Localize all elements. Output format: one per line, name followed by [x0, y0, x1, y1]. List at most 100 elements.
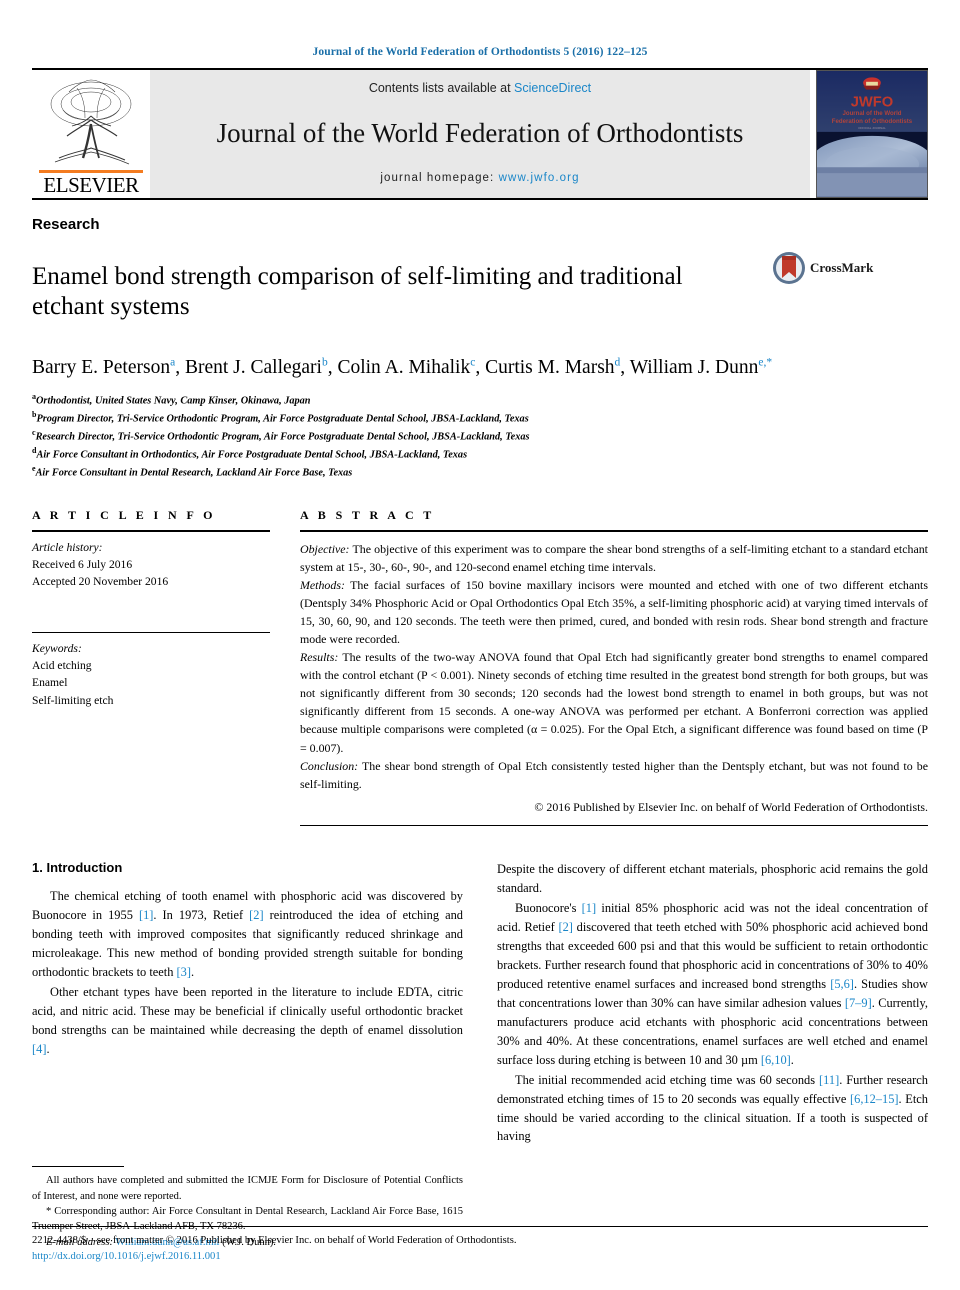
- citation-ref[interactable]: [6,12–15]: [850, 1092, 899, 1106]
- abstract-end-rule: [300, 824, 928, 826]
- author-entry: Curtis M. Marshd,: [485, 356, 630, 378]
- sciencedirect-link[interactable]: ScienceDirect: [514, 81, 591, 95]
- author-entry: Barry E. Petersona,: [32, 356, 185, 378]
- abstract-methods-label: Methods:: [300, 577, 345, 592]
- author-name: William J. Dunn: [629, 356, 759, 378]
- abstract-results-label: Results:: [300, 650, 339, 665]
- info-abstract-region: A R T I C L E I N F O Article history: R…: [32, 508, 928, 826]
- section-heading-introduction: 1. Introduction: [32, 859, 123, 875]
- homepage-link[interactable]: www.jwfo.org: [499, 172, 580, 184]
- abstract-objective-text: The objective of this experiment was to …: [300, 541, 928, 574]
- paragraph: Buonocore's [1] initial 85% phosphoric a…: [497, 900, 928, 1067]
- abstract-conclusion-text: The shear bond strength of Opal Etch con…: [300, 758, 928, 791]
- elsevier-wordmark: ELSEVIER: [43, 173, 139, 197]
- author-name: Curtis M. Marsh: [485, 356, 615, 378]
- article-info-heading: A R T I C L E I N F O: [32, 507, 216, 522]
- author-name: Barry E. Peterson: [32, 356, 171, 378]
- abstract-objective: Objective: The objective of this experim…: [300, 540, 928, 576]
- article-info-column: A R T I C L E I N F O Article history: R…: [32, 508, 300, 826]
- abstract-results: Results: The results of the two-way ANOV…: [300, 648, 928, 757]
- footnote-disclosure: All authors have completed and submitted…: [32, 1175, 463, 1202]
- abstract-rule: [300, 529, 928, 532]
- abstract-copyright: © 2016 Published by Elsevier Inc. on beh…: [534, 799, 928, 814]
- abstract-objective-label: Objective:: [300, 541, 350, 556]
- journal-homepage-line: journal homepage: www.jwfo.org: [380, 172, 579, 184]
- keywords-label: Keywords:: [32, 641, 82, 655]
- homepage-prefix: journal homepage:: [380, 172, 499, 184]
- contents-prefix: Contents lists available at: [368, 81, 515, 95]
- svg-text:Federation of Orthodontists: Federation of Orthodontists: [832, 118, 913, 125]
- contents-available-line: Contents lists available at ScienceDirec…: [369, 81, 591, 95]
- page-footer: 2212-4438/$ – see front matter © 2016 Pu…: [32, 1226, 928, 1264]
- affiliation-item: bProgram Director, Tri-Service Orthodont…: [32, 409, 928, 427]
- page-title: Enamel bond strength comparison of self-…: [32, 262, 683, 321]
- svg-text:OFFICIAL JOURNAL: OFFICIAL JOURNAL: [858, 126, 886, 130]
- body-columns: 1. Introduction The chemical etching of …: [32, 860, 928, 1250]
- abstract-heading: A B S T R A C T: [300, 507, 435, 522]
- footnote-rule: [32, 1166, 124, 1168]
- abstract-methods: Methods: The facial surfaces of 150 bovi…: [300, 576, 928, 648]
- svg-text:Journal of the World: Journal of the World: [843, 110, 902, 117]
- author-list: Barry E. Petersona, Brent J. Callegarib,…: [32, 354, 928, 382]
- svg-text:JWFO: JWFO: [851, 94, 894, 110]
- abstract-conclusion: Conclusion: The shear bond strength of O…: [300, 757, 928, 793]
- affiliation-text: Air Force Consultant in Dental Research,…: [35, 467, 353, 479]
- abstract-body: Objective: The objective of this experim…: [300, 540, 928, 816]
- crossmark-label: CrossMark: [810, 260, 874, 275]
- abstract-methods-text: The facial surfaces of 150 bovine maxill…: [300, 577, 928, 646]
- paragraph: Despite the discovery of different etcha…: [497, 861, 928, 895]
- article-history-accepted: Accepted 20 November 2016: [32, 575, 169, 589]
- abstract-conclusion-label: Conclusion:: [300, 758, 359, 773]
- affiliation-item: aOrthodontist, United States Navy, Camp …: [32, 391, 928, 409]
- affiliation-item: cResearch Director, Tri-Service Orthodon…: [32, 427, 928, 445]
- crossmark-badge[interactable]: CrossMark: [772, 251, 873, 285]
- citation-ref[interactable]: [6,10]: [761, 1053, 791, 1067]
- article-section-kind: Research: [32, 216, 100, 233]
- article-history-block: Article history: Received 6 July 2016 Ac…: [32, 539, 270, 591]
- paragraph: Other etchant types have been reported i…: [32, 984, 463, 1056]
- paragraph: The initial recommended acid etching tim…: [497, 1072, 929, 1144]
- masthead-center: Contents lists available at ScienceDirec…: [150, 70, 810, 198]
- affiliation-text: Air Force Consultant in Orthodontics, Ai…: [36, 449, 468, 461]
- running-head: Journal of the World Federation of Ortho…: [312, 46, 648, 58]
- journal-cover-thumbnail: JWFO Journal of the World Federation of …: [816, 70, 928, 198]
- footer-rule: [32, 1226, 928, 1228]
- citation-ref[interactable]: [2]: [558, 920, 572, 934]
- citation-ref[interactable]: [11]: [819, 1073, 839, 1087]
- citation-ref[interactable]: [5,6]: [830, 977, 854, 991]
- keyword-item: Enamel: [32, 676, 68, 690]
- citation-ref[interactable]: [4]: [32, 1042, 46, 1056]
- citation-ref[interactable]: [1]: [582, 901, 596, 915]
- body-column-left: 1. Introduction The chemical etching of …: [32, 860, 463, 1250]
- article-info-rule: [32, 529, 270, 532]
- citation-ref[interactable]: [3]: [177, 965, 191, 979]
- citation-ref[interactable]: [2]: [249, 908, 263, 922]
- author-name: Brent J. Callegari: [184, 356, 322, 378]
- journal-title: Journal of the World Federation of Ortho…: [216, 117, 744, 148]
- abstract-results-text: The results of the two-way ANOVA found t…: [300, 650, 928, 755]
- author-name: Colin A. Mihalik: [337, 356, 471, 378]
- affiliation-text: Program Director, Tri-Service Orthodonti…: [36, 413, 529, 425]
- affiliation-list: aOrthodontist, United States Navy, Camp …: [32, 391, 928, 481]
- keywords-block: Keywords: Acid etching Enamel Self-limit…: [32, 640, 270, 710]
- keyword-item: Self-limiting etch: [32, 693, 114, 707]
- body-column-right: Despite the discovery of different etcha…: [497, 860, 928, 1250]
- author-entry: William J. Dunne,*: [629, 356, 772, 378]
- article-history-label: Article history:: [32, 540, 103, 554]
- author-sep: ,: [620, 356, 630, 378]
- citation-ref[interactable]: [7–9]: [845, 996, 872, 1010]
- cover-artwork: JWFO Journal of the World Federation of …: [817, 71, 927, 197]
- affiliation-item: eAir Force Consultant in Dental Research…: [32, 463, 928, 481]
- paper-page: Journal of the World Federation of Ortho…: [0, 0, 960, 1290]
- keywords-rule: [32, 631, 270, 633]
- citation-ref[interactable]: [1]: [139, 908, 153, 922]
- author-affil-marker[interactable]: e,*: [758, 356, 772, 368]
- author-entry: Colin A. Mihalikc,: [337, 356, 485, 378]
- author-sep: ,: [175, 356, 185, 378]
- elsevier-tree-icon: [50, 79, 132, 165]
- footer-doi-link[interactable]: http://dx.doi.org/10.1016/j.ejwf.2016.11…: [32, 1249, 928, 1264]
- abstract-column: A B S T R A C T Objective: The objective…: [300, 508, 928, 826]
- title-row: Enamel bond strength comparison of self-…: [32, 245, 928, 340]
- affiliation-item: dAir Force Consultant in Orthodontics, A…: [32, 445, 928, 463]
